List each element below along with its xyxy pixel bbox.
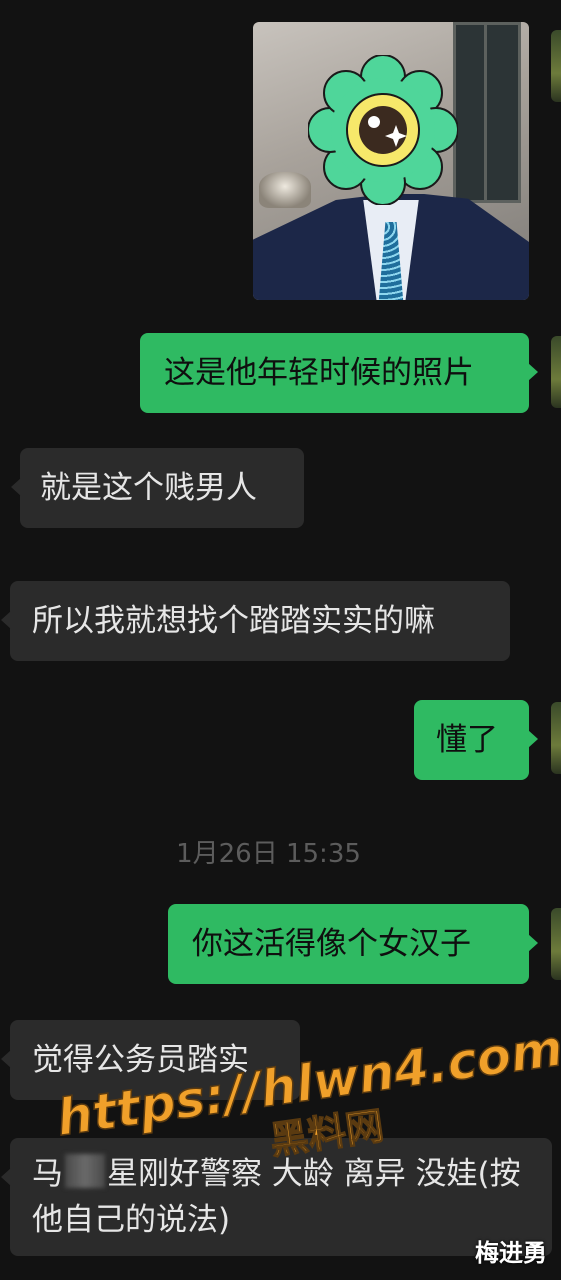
message-timestamp: 1月26日 15:35: [176, 839, 361, 869]
incoming-message[interactable]: 马星刚好警察 大龄 离异 没娃(按他自己的说法): [1, 1138, 552, 1256]
outgoing-message[interactable]: 你这活得像个女汉子: [168, 904, 538, 984]
photo-message[interactable]: [253, 22, 529, 300]
outgoing-message[interactable]: 这是他年轻时候的照片: [140, 333, 538, 413]
incoming-message[interactable]: 就是这个贱男人: [11, 448, 304, 528]
author-signature: 梅进勇: [475, 1239, 547, 1267]
photo-window: [453, 22, 521, 203]
redacted-name-blur: [65, 1154, 105, 1188]
flower-sticker-icon: [308, 55, 458, 205]
message-text-start: 马: [32, 1156, 63, 1192]
incoming-message[interactable]: 所以我就想找个踏踏实实的嘛: [1, 581, 510, 661]
my-avatar[interactable]: [551, 336, 561, 408]
message-text-end: 星刚好警察 大龄 离异 没娃(按他自己的说法): [32, 1156, 521, 1238]
chat-view: 这是他年轻时候的照片 就是这个贱男人 所以我就想找个踏踏实实的嘛 懂了 1月26…: [0, 0, 561, 1280]
incoming-message[interactable]: 觉得公务员踏实: [1, 1020, 300, 1100]
my-avatar[interactable]: [551, 702, 561, 774]
my-avatar[interactable]: [551, 908, 561, 980]
my-avatar[interactable]: [551, 30, 561, 102]
photo-lamp: [259, 172, 311, 208]
outgoing-message[interactable]: 懂了: [414, 700, 538, 780]
